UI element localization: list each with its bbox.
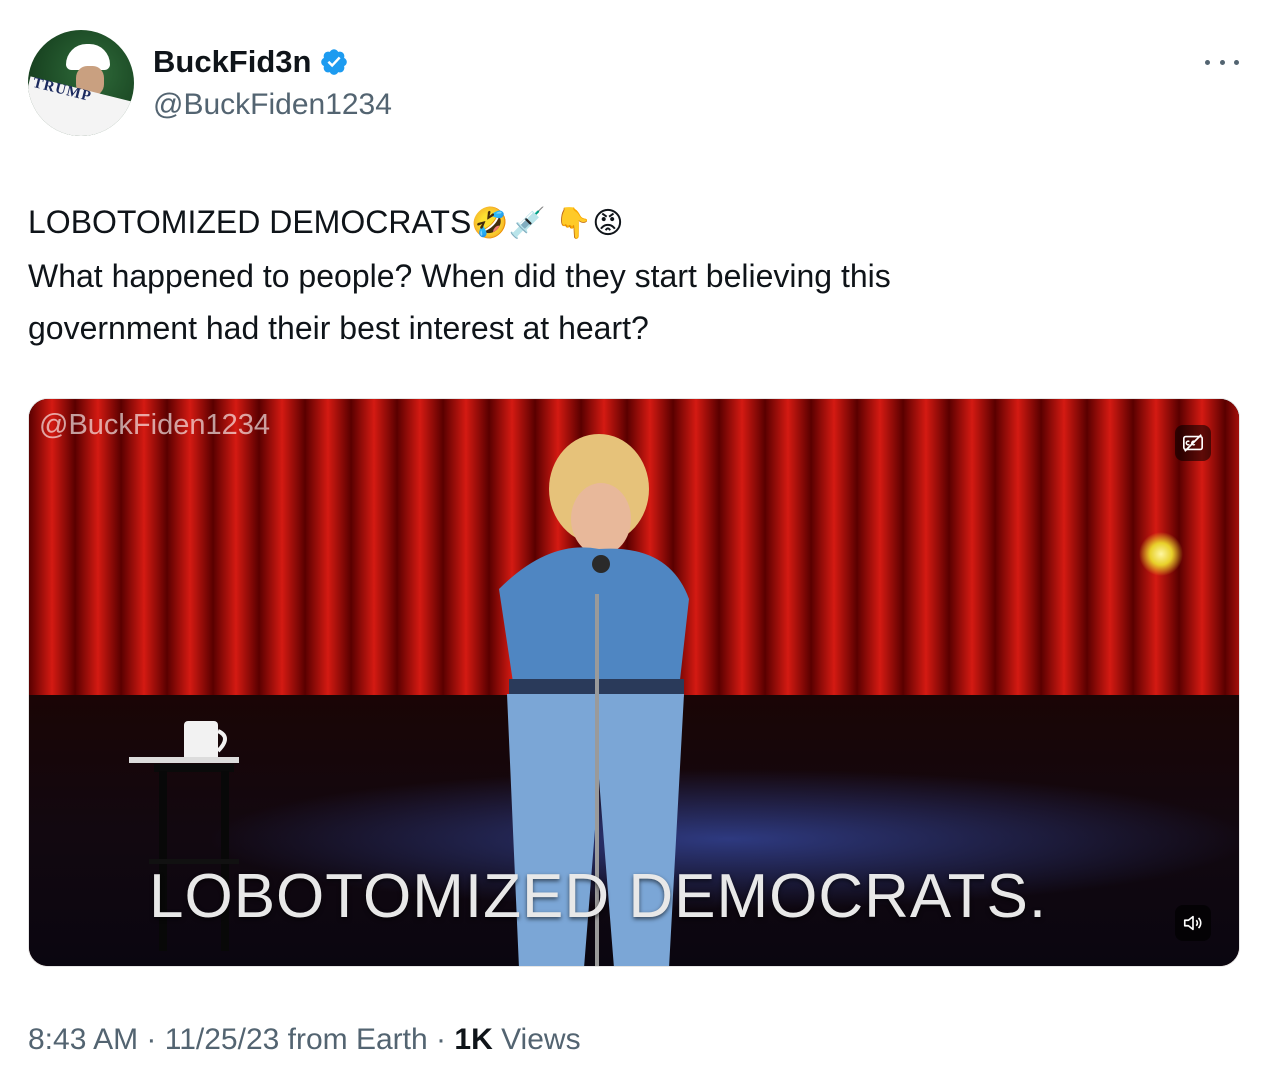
tweet-text: LOBOTOMIZED DEMOCRATS🤣💉 👇😡 What happened…: [28, 196, 1228, 354]
rofl-emoji-icon: 🤣: [471, 206, 509, 241]
tweet-time[interactable]: 8:43 AM: [28, 1023, 138, 1056]
author-name-row[interactable]: BuckFid3n: [153, 44, 349, 80]
more-options-icon[interactable]: [1205, 52, 1239, 72]
tweet-headline: LOBOTOMIZED DEMOCRATS: [28, 204, 472, 240]
meta-separator: ·: [146, 1023, 157, 1056]
verified-badge-icon: [321, 49, 348, 75]
author-display-name[interactable]: BuckFid3n: [153, 44, 311, 80]
tweet-line-2: What happened to people? When did they s…: [28, 258, 891, 294]
volume-icon: [1183, 915, 1202, 931]
syringe-emoji-icon: 💉: [508, 206, 547, 241]
avatar[interactable]: TRUMP: [28, 30, 134, 136]
tweet-line-3: government had their best interest at he…: [28, 310, 649, 346]
tweet-meta: 8:43 AM · 11/25/23 from Earth · 1K Views: [28, 1020, 581, 1060]
meta-separator: ·: [436, 1023, 447, 1056]
views-count[interactable]: 1K: [454, 1023, 492, 1056]
video-watermark: @BuckFiden1234: [39, 409, 270, 441]
tweet-line-1: LOBOTOMIZED DEMOCRATS🤣💉 👇😡: [28, 196, 1228, 250]
more-dot: [1234, 59, 1239, 65]
video-caption: LOBOTOMIZED DEMOCRATS.: [149, 862, 1048, 931]
author-handle[interactable]: @BuckFiden1234: [153, 87, 392, 123]
more-dot: [1205, 59, 1210, 65]
captions-off-icon: [1183, 434, 1203, 452]
pointing-down-emoji-icon: 👇: [554, 206, 593, 241]
volume-button[interactable]: [1175, 905, 1211, 941]
tweet-date-source[interactable]: 11/25/23 from Earth: [165, 1023, 428, 1056]
captions-off-button[interactable]: [1175, 425, 1211, 461]
views-label: Views: [501, 1023, 581, 1056]
video-player[interactable]: @BuckFiden1234 LOBOTOMIZED DEMOCRATS.: [28, 398, 1240, 967]
angry-face-emoji-icon: 😡: [592, 206, 624, 241]
more-dot: [1219, 59, 1225, 65]
